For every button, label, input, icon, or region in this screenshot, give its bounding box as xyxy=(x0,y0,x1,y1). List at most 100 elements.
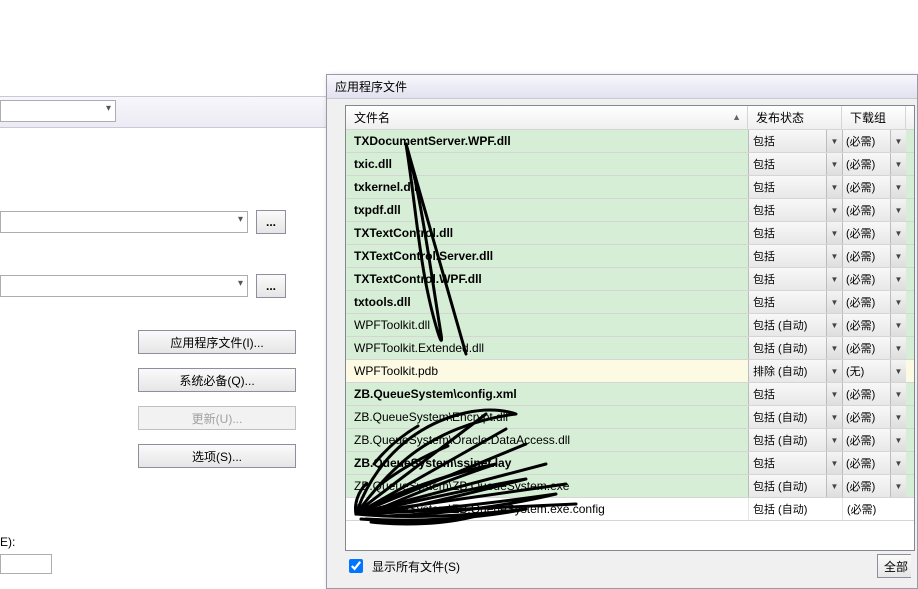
cell-group[interactable]: (无)▼ xyxy=(842,360,906,382)
table-row[interactable]: ZB.QueueSystem\ssinet.lay包括▼(必需)▼ xyxy=(346,452,914,475)
chevron-down-icon[interactable]: ▼ xyxy=(890,475,906,497)
cell-status[interactable]: 包括▼ xyxy=(748,130,842,152)
chevron-down-icon[interactable]: ▼ xyxy=(890,406,906,428)
chevron-down-icon[interactable]: ▼ xyxy=(826,475,842,497)
chevron-down-icon[interactable]: ▼ xyxy=(826,153,842,175)
chevron-down-icon[interactable]: ▼ xyxy=(826,429,842,451)
browse-button-1[interactable]: ... xyxy=(256,210,286,234)
chevron-down-icon[interactable]: ▼ xyxy=(890,360,906,382)
column-filename[interactable]: 文件名 ▲ xyxy=(346,106,748,129)
chevron-down-icon[interactable]: ▼ xyxy=(826,360,842,382)
chevron-down-icon[interactable]: ▼ xyxy=(890,337,906,359)
dialog-titlebar[interactable]: 应用程序文件 xyxy=(327,75,917,99)
cell-group[interactable]: (必需)▼ xyxy=(842,406,906,428)
chevron-down-icon[interactable]: ▼ xyxy=(826,130,842,152)
table-row[interactable]: txpdf.dll包括▼(必需)▼ xyxy=(346,199,914,222)
cell-status[interactable]: 包括▼ xyxy=(748,222,842,244)
chevron-down-icon[interactable]: ▼ xyxy=(890,383,906,405)
left-input-e[interactable] xyxy=(0,554,52,574)
chevron-down-icon[interactable]: ▼ xyxy=(826,314,842,336)
table-row[interactable]: ZB.QueueSystem\ZB.QueueSystem.exe.config… xyxy=(346,498,914,521)
chevron-down-icon[interactable]: ▼ xyxy=(890,222,906,244)
cell-group[interactable]: (必需)▼ xyxy=(842,429,906,451)
chevron-down-icon[interactable]: ▼ xyxy=(890,452,906,474)
cell-group[interactable]: (必需)▼ xyxy=(842,268,906,290)
table-row[interactable]: ZB.QueueSystem\config.xml包括▼(必需)▼ xyxy=(346,383,914,406)
table-row[interactable]: TXDocumentServer.WPF.dll包括▼(必需)▼ xyxy=(346,130,914,153)
chevron-down-icon[interactable]: ▼ xyxy=(890,429,906,451)
table-row[interactable]: WPFToolkit.pdb排除 (自动)▼(无)▼ xyxy=(346,360,914,383)
chevron-down-icon[interactable]: ▼ xyxy=(826,199,842,221)
table-row[interactable]: TXTextControl.Server.dll包括▼(必需)▼ xyxy=(346,245,914,268)
table-row[interactable]: txtools.dll包括▼(必需)▼ xyxy=(346,291,914,314)
chevron-down-icon[interactable]: ▼ xyxy=(826,245,842,267)
browse-button-2[interactable]: ... xyxy=(256,274,286,298)
show-all-files-input[interactable] xyxy=(349,559,363,573)
cell-group[interactable]: (必需)▼ xyxy=(842,314,906,336)
chevron-down-icon[interactable]: ▼ xyxy=(890,291,906,313)
cell-group[interactable]: (必需)▼ xyxy=(842,176,906,198)
table-row[interactable]: WPFToolkit.dll包括 (自动)▼(必需)▼ xyxy=(346,314,914,337)
reset-all-button[interactable]: 全部 xyxy=(877,554,911,578)
cell-status[interactable]: 包括▼ xyxy=(748,153,842,175)
cell-status[interactable]: 包括▼ xyxy=(748,199,842,221)
column-group[interactable]: 下载组 xyxy=(842,106,906,129)
chevron-down-icon[interactable]: ▼ xyxy=(890,176,906,198)
app-files-button[interactable]: 应用程序文件(I)... xyxy=(138,330,296,354)
cell-group[interactable]: (必需)▼ xyxy=(842,245,906,267)
chevron-down-icon[interactable]: ▼ xyxy=(826,176,842,198)
cell-group[interactable]: (必需)▼ xyxy=(842,130,906,152)
left-small-combo[interactable] xyxy=(0,100,116,122)
cell-group[interactable]: (必需)▼ xyxy=(842,153,906,175)
left-combo-1[interactable] xyxy=(0,211,248,233)
chevron-down-icon[interactable]: ▼ xyxy=(826,406,842,428)
cell-group[interactable]: (必需)▼ xyxy=(842,475,906,497)
cell-status[interactable]: 包括▼ xyxy=(748,383,842,405)
options-button[interactable]: 选项(S)... xyxy=(138,444,296,468)
cell-status[interactable]: 包括▼ xyxy=(748,245,842,267)
chevron-down-icon[interactable]: ▼ xyxy=(826,268,842,290)
chevron-down-icon[interactable]: ▼ xyxy=(826,291,842,313)
cell-group[interactable]: (必需)▼ xyxy=(842,222,906,244)
cell-group[interactable]: (必需)▼ xyxy=(842,199,906,221)
table-row[interactable]: ZB.QueueSystem\Encrypt.dll包括 (自动)▼(必需)▼ xyxy=(346,406,914,429)
chevron-down-icon[interactable]: ▼ xyxy=(890,314,906,336)
chevron-down-icon[interactable]: ▼ xyxy=(890,199,906,221)
cell-status[interactable]: 包括 (自动)▼ xyxy=(748,314,842,336)
cell-status[interactable]: 包括 (自动)▼ xyxy=(748,429,842,451)
table-row[interactable]: TXTextControl.WPF.dll包括▼(必需)▼ xyxy=(346,268,914,291)
chevron-down-icon[interactable]: ▼ xyxy=(826,337,842,359)
cell-status[interactable]: 包括 (自动)▼ xyxy=(748,475,842,497)
show-all-files-checkbox[interactable]: 显示所有文件(S) xyxy=(345,556,460,576)
table-row[interactable]: ZB.QueueSystem\ZB.QueueSystem.exe包括 (自动)… xyxy=(346,475,914,498)
cell-status[interactable]: 包括 (自动) xyxy=(748,498,842,520)
table-row[interactable]: WPFToolkit.Extended.dll包括 (自动)▼(必需)▼ xyxy=(346,337,914,360)
cell-group[interactable]: (必需)▼ xyxy=(842,383,906,405)
cell-status[interactable]: 包括▼ xyxy=(748,268,842,290)
chevron-down-icon[interactable]: ▼ xyxy=(826,222,842,244)
cell-status[interactable]: 包括 (自动)▼ xyxy=(748,406,842,428)
left-combo-2[interactable] xyxy=(0,275,248,297)
cell-group[interactable]: (必需)▼ xyxy=(842,337,906,359)
cell-group[interactable]: (必需) xyxy=(842,498,906,520)
cell-status[interactable]: 包括 (自动)▼ xyxy=(748,337,842,359)
table-row[interactable]: TXTextControl.dll包括▼(必需)▼ xyxy=(346,222,914,245)
table-row[interactable]: ZB.QueueSystem\Oracle.DataAccess.dll包括 (… xyxy=(346,429,914,452)
cell-group[interactable]: (必需)▼ xyxy=(842,452,906,474)
table-row[interactable]: txic.dll包括▼(必需)▼ xyxy=(346,153,914,176)
cell-status[interactable]: 包括▼ xyxy=(748,176,842,198)
column-status[interactable]: 发布状态 xyxy=(748,106,842,129)
cell-status[interactable]: 包括▼ xyxy=(748,291,842,313)
cell-status[interactable]: 包括▼ xyxy=(748,452,842,474)
chevron-down-icon[interactable]: ▼ xyxy=(890,245,906,267)
chevron-down-icon[interactable]: ▼ xyxy=(826,383,842,405)
chevron-down-icon[interactable]: ▼ xyxy=(890,268,906,290)
prereq-button[interactable]: 系统必备(Q)... xyxy=(138,368,296,392)
cell-status[interactable]: 排除 (自动)▼ xyxy=(748,360,842,382)
cell-filename: TXDocumentServer.WPF.dll xyxy=(346,134,748,148)
chevron-down-icon[interactable]: ▼ xyxy=(890,153,906,175)
cell-group[interactable]: (必需)▼ xyxy=(842,291,906,313)
chevron-down-icon[interactable]: ▼ xyxy=(826,452,842,474)
chevron-down-icon[interactable]: ▼ xyxy=(890,130,906,152)
table-row[interactable]: txkernel.dll包括▼(必需)▼ xyxy=(346,176,914,199)
